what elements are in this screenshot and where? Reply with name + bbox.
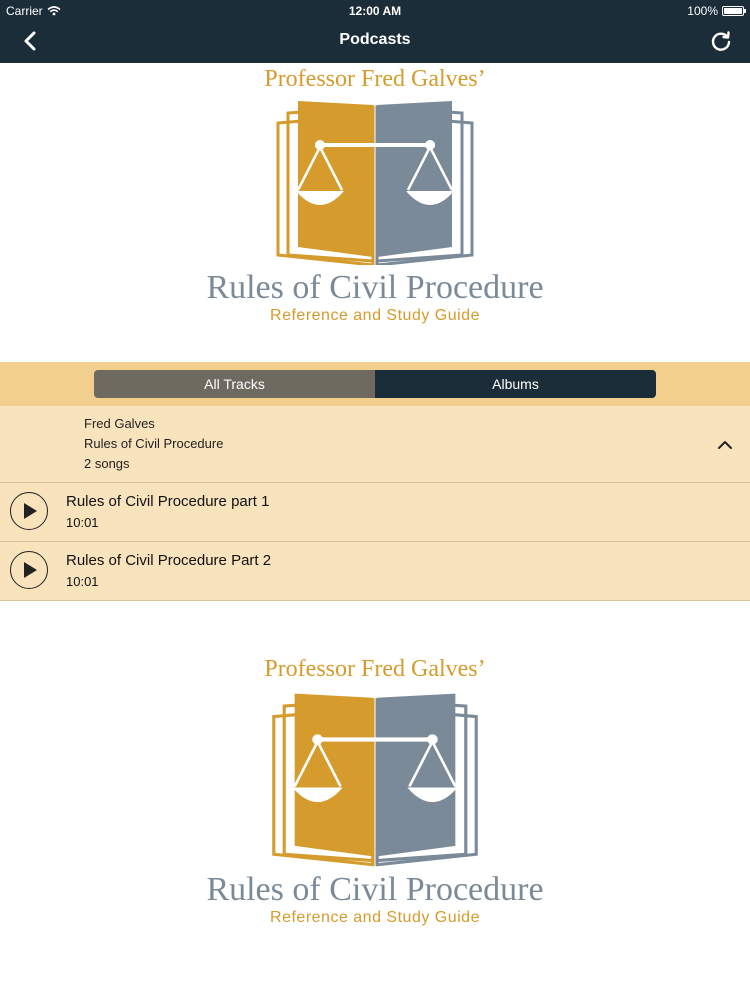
logo-title-text: Rules of Civil Procedure — [206, 269, 544, 306]
battery-icon — [722, 6, 746, 16]
album-header[interactable]: Fred Galves Rules of Civil Procedure 2 s… — [0, 406, 750, 483]
refresh-button[interactable] — [708, 28, 734, 54]
track-title: Rules of Civil Procedure Part 2 — [66, 552, 272, 569]
tab-albums[interactable]: Albums — [375, 370, 656, 398]
album-name: Rules of Civil Procedure — [84, 436, 224, 451]
collapse-button[interactable] — [714, 434, 736, 456]
track-title: Rules of Civil Procedure part 1 — [66, 493, 270, 510]
clock: 12:00 AM — [348, 4, 402, 18]
album-song-count: 2 songs — [84, 456, 130, 471]
track-duration: 10:01 — [66, 515, 99, 530]
navigation-bar: Carrier 12:00 AM 100% Podcasts — [0, 0, 750, 63]
track-row[interactable]: Rules of Civil Procedure part 1 10:01 — [0, 483, 750, 542]
podcast-logo-bottom: Professor Fred Galves’ Rules of Civil Pr… — [0, 656, 750, 927]
battery-indicator: 100% — [687, 4, 746, 18]
play-icon — [24, 562, 37, 578]
track-duration: 10:01 — [66, 574, 99, 589]
play-button[interactable] — [10, 492, 48, 530]
segmented-control: All Tracks Albums — [94, 370, 656, 398]
book-scales-icon — [276, 101, 474, 265]
segment-bar: All Tracks Albums — [0, 362, 750, 406]
logo-professor-text: Professor Fred Galves’ — [264, 656, 486, 682]
refresh-icon — [711, 31, 731, 51]
album-info: Fred Galves Rules of Civil Procedure 2 s… — [84, 414, 223, 474]
chevron-up-icon — [718, 441, 732, 449]
logo-professor-text: Professor Fred Galves’ — [264, 66, 486, 92]
page-title: Podcasts — [339, 31, 411, 48]
album-artist: Fred Galves — [84, 416, 155, 431]
battery-label: 100% — [687, 4, 718, 18]
tab-all-tracks[interactable]: All Tracks — [94, 370, 375, 398]
logo-subtitle-text: Reference and Study Guide — [270, 307, 480, 324]
podcast-logo-top: Professor Fred Galves’ Rules of Civil Pr… — [0, 66, 750, 325]
logo-subtitle-text: Reference and Study Guide — [270, 909, 480, 926]
play-icon — [24, 503, 37, 519]
play-button[interactable] — [10, 551, 48, 589]
status-bar: Carrier 12:00 AM 100% — [0, 0, 750, 22]
track-row[interactable]: Rules of Civil Procedure Part 2 10:01 — [0, 542, 750, 601]
book-scales-icon — [272, 693, 478, 867]
logo-title-text: Rules of Civil Procedure — [206, 871, 544, 908]
